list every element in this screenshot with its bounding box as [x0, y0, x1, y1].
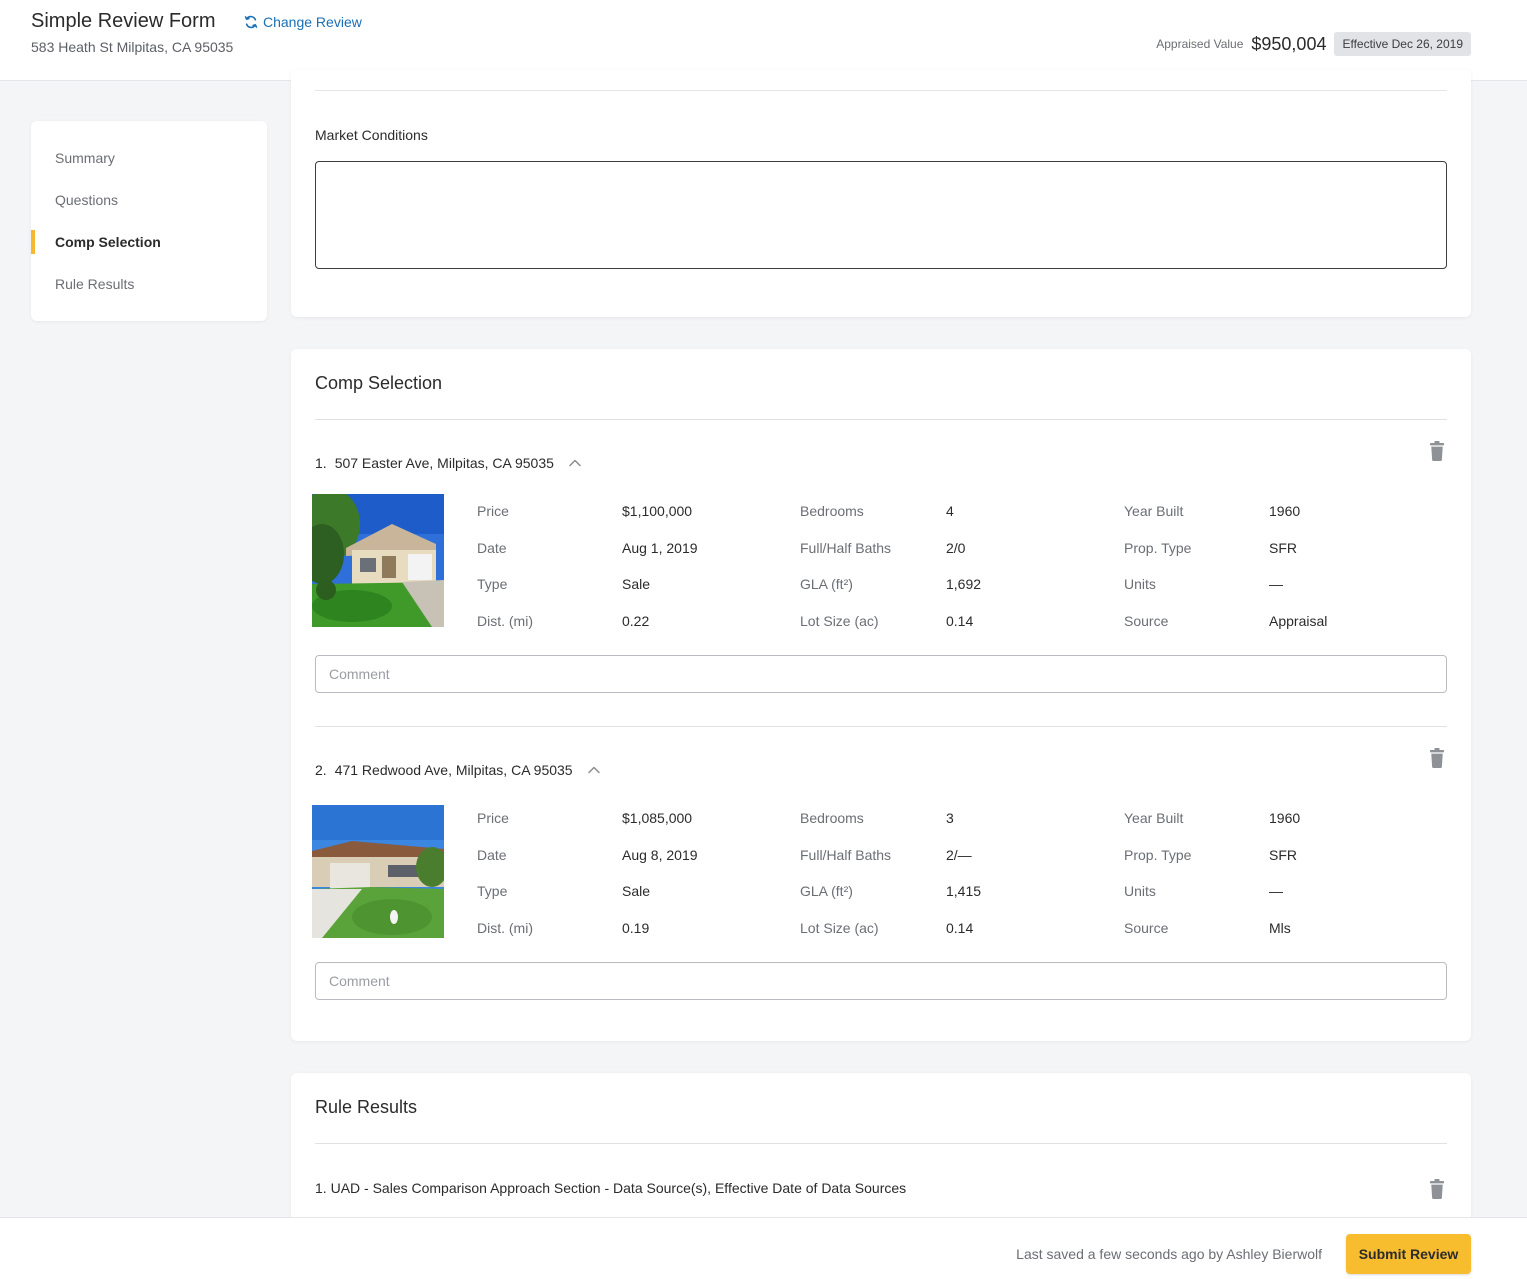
label-baths: Full/Half Baths [800, 847, 892, 863]
value-year-built: 1960 [1269, 503, 1301, 519]
nav-item-summary[interactable]: Summary [31, 137, 267, 179]
comp-header: 2. 471 Redwood Ave, Milpitas, CA 95035 [315, 762, 601, 778]
value-bedrooms: 3 [946, 810, 954, 826]
value-prop-type: SFR [1269, 540, 1297, 556]
comp-selection-title: Comp Selection [315, 373, 443, 393]
label-units: Units [1124, 576, 1156, 592]
label-prop-type: Prop. Type [1124, 540, 1192, 556]
submit-review-button[interactable]: Submit Review [1346, 1234, 1471, 1274]
label-prop-type: Prop. Type [1124, 847, 1192, 863]
value-price: $1,100,000 [622, 503, 693, 519]
nav-item-questions[interactable]: Questions [31, 179, 267, 221]
value-type: Sale [622, 576, 651, 592]
value-date: Aug 1, 2019 [622, 540, 698, 556]
footer-bar: Last saved a few seconds ago by Ashley B… [0, 1217, 1527, 1279]
label-year-built: Year Built [1124, 503, 1184, 519]
appraised-summary: Appraised Value $950,004 Effective Dec 2… [1156, 32, 1471, 56]
change-review-label: Change Review [263, 14, 362, 30]
label-lot: Lot Size (ac) [800, 920, 879, 936]
value-units: — [1269, 883, 1283, 899]
value-source: Appraisal [1269, 613, 1328, 629]
divider [315, 726, 1447, 727]
label-dist: Dist. (mi) [477, 613, 533, 629]
value-year-built: 1960 [1269, 810, 1301, 826]
market-conditions-label: Market Conditions [315, 127, 428, 143]
divider [315, 90, 1447, 91]
top-bar: Simple Review Form Change Review 583 Hea… [0, 0, 1527, 81]
value-dist: 0.19 [622, 920, 650, 936]
label-lot: Lot Size (ac) [800, 613, 879, 629]
trash-icon[interactable] [1429, 1179, 1445, 1199]
value-bedrooms: 4 [946, 503, 954, 519]
nav-item-comp-selection[interactable]: Comp Selection [31, 221, 267, 263]
value-date: Aug 8, 2019 [622, 847, 698, 863]
last-saved-status: Last saved a few seconds ago by Ashley B… [1016, 1246, 1322, 1262]
value-dist: 0.22 [622, 613, 650, 629]
label-price: Price [477, 503, 509, 519]
nav-item-rule-results[interactable]: Rule Results [31, 263, 267, 305]
value-baths: 2/— [946, 847, 972, 863]
label-type: Type [477, 883, 508, 899]
label-bedrooms: Bedrooms [800, 810, 864, 826]
comp-number: 1. [315, 455, 327, 471]
comp-number: 2. [315, 762, 327, 778]
page-title: Simple Review Form [31, 10, 216, 32]
trash-icon[interactable] [1429, 748, 1445, 768]
refresh-icon [244, 15, 258, 29]
value-units: — [1269, 576, 1283, 592]
value-price: $1,085,000 [622, 810, 693, 826]
comp-address: 507 Easter Ave, Milpitas, CA 95035 [334, 455, 554, 471]
label-gla: GLA (ft²) [800, 883, 853, 899]
value-lot: 0.14 [946, 613, 974, 629]
label-bedrooms: Bedrooms [800, 503, 864, 519]
chevron-up-icon[interactable] [587, 763, 601, 777]
comp-header: 1. 507 Easter Ave, Milpitas, CA 95035 [315, 455, 582, 471]
chevron-up-icon[interactable] [568, 456, 582, 470]
value-gla: 1,692 [946, 576, 982, 592]
questions-card: Market Conditions [291, 70, 1471, 317]
comp-photo [312, 494, 444, 627]
appraised-label: Appraised Value [1156, 37, 1244, 51]
comp-comment-input[interactable] [315, 962, 1447, 1000]
value-gla: 1,415 [946, 883, 982, 899]
comp-selection-card: Comp Selection 1. 507 Easter Ave, Milpit… [291, 349, 1471, 1041]
subject-address: 583 Heath St Milpitas, CA 95035 [31, 39, 234, 55]
divider [315, 1143, 1447, 1144]
value-type: Sale [622, 883, 651, 899]
label-source: Source [1124, 920, 1169, 936]
appraised-value: $950,004 [1251, 33, 1327, 54]
rule-item: 1. UAD - Sales Comparison Approach Secti… [315, 1180, 906, 1196]
label-gla: GLA (ft²) [800, 576, 853, 592]
value-baths: 2/0 [946, 540, 966, 556]
change-review-link[interactable]: Change Review [244, 14, 362, 30]
label-year-built: Year Built [1124, 810, 1184, 826]
section-nav: Summary Questions Comp Selection Rule Re… [31, 121, 267, 321]
effective-date-badge: Effective Dec 26, 2019 [1334, 32, 1471, 56]
label-date: Date [477, 847, 507, 863]
value-lot: 0.14 [946, 920, 974, 936]
label-dist: Dist. (mi) [477, 920, 533, 936]
label-date: Date [477, 540, 507, 556]
rule-number: 1. [315, 1180, 327, 1196]
label-type: Type [477, 576, 508, 592]
trash-icon[interactable] [1429, 441, 1445, 461]
label-price: Price [477, 810, 509, 826]
label-source: Source [1124, 613, 1169, 629]
comp-address: 471 Redwood Ave, Milpitas, CA 95035 [334, 762, 573, 778]
comp-photo [312, 805, 444, 938]
label-baths: Full/Half Baths [800, 540, 892, 556]
rule-label: UAD - Sales Comparison Approach Section … [330, 1180, 907, 1196]
value-source: Mls [1269, 920, 1291, 936]
rule-results-title: Rule Results [315, 1097, 418, 1117]
value-prop-type: SFR [1269, 847, 1297, 863]
label-units: Units [1124, 883, 1156, 899]
comp-comment-input[interactable] [315, 655, 1447, 693]
market-conditions-textarea[interactable] [315, 161, 1447, 269]
divider [315, 419, 1447, 420]
